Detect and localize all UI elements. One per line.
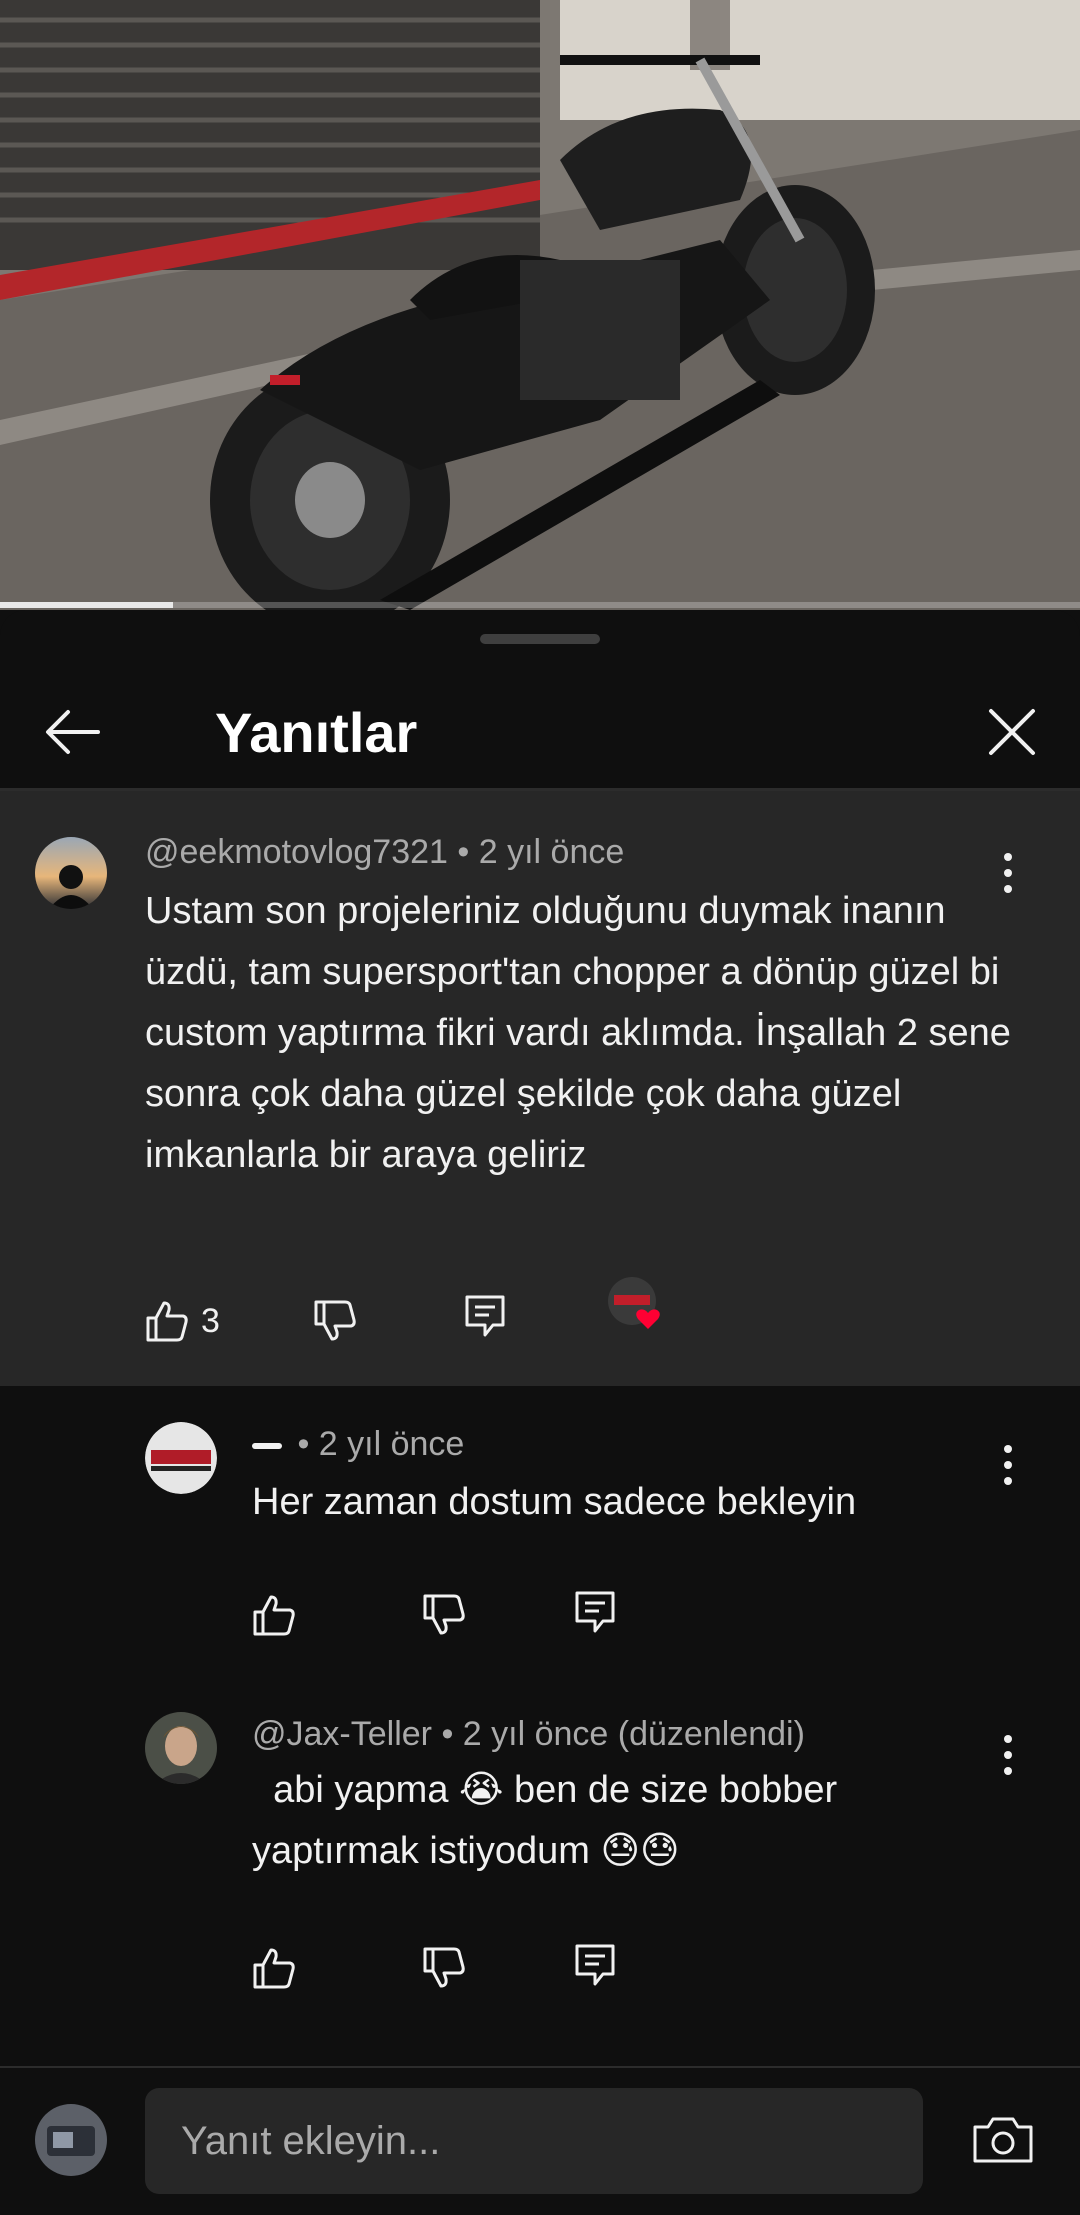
more-vert-icon [1004,1735,1012,1743]
thumbs-down-icon [423,1594,465,1635]
reply-button[interactable] [465,1287,505,1347]
more-vert-icon [1004,1445,1012,1453]
dislike-button[interactable] [422,1938,466,1998]
reply-time: • 2 yıl önce [297,1425,465,1463]
reply-button[interactable] [575,1936,615,1996]
back-button[interactable] [30,690,114,774]
like-count: 3 [201,1301,220,1340]
drag-handle[interactable] [480,634,600,644]
camera-icon [973,2117,1033,2163]
reply-composer [0,2066,1080,2215]
dislike-button[interactable] [313,1291,357,1351]
reply-author[interactable]: @Jax-Teller [252,1715,432,1753]
thumbs-down-icon [423,1947,465,1988]
like-button[interactable] [252,1938,296,1998]
video-progress-fill [0,602,173,608]
reply-button[interactable] [575,1583,615,1643]
arrow-left-icon [46,710,100,754]
reply-meta: @Jax-Teller • 2 yıl önce (düzenlendi) [252,1715,805,1754]
reply-icon [465,1295,505,1337]
thumbs-up-icon [253,1595,295,1636]
video-player[interactable] [0,0,1080,610]
close-icon [989,709,1035,755]
reply-meta: • 2 yıl önce [252,1425,464,1464]
thumbs-up-icon [253,1948,295,1989]
like-button[interactable]: 3 [145,1291,220,1351]
reply-text: abi yapma 😭 ben de size bobber yaptırmak… [252,1769,848,1872]
comment-author[interactable]: @eekmotovlog7321 [145,833,448,871]
reply-icon [575,1591,615,1633]
thumbs-down-icon [314,1300,356,1341]
comment-meta: @eekmotovlog7321 • 2 yıl önce [145,833,624,872]
creator-heart-badge [608,1277,666,1335]
thumbs-up-icon [146,1301,188,1342]
camera-button[interactable] [965,2102,1041,2178]
close-button[interactable] [970,690,1054,774]
avatar[interactable] [145,1422,217,1494]
video-progress-bar[interactable] [0,602,1080,608]
replies-sheet: Yanıtlar @eekmotovlog7321 • 2 yıl önce U [0,610,1080,2215]
avatar[interactable] [35,837,107,909]
avatar[interactable] [145,1712,217,1784]
reply-input[interactable] [145,2088,923,2194]
avatar [35,2104,107,2176]
video-frame-motorcycle [0,0,1080,610]
comment-text: Ustam son projeleriniz olduğunu duymak i… [145,890,1011,1176]
reply-time: • 2 yıl önce (düzenlendi) [441,1715,805,1753]
reply-icon [575,1944,615,1986]
parent-comment: @eekmotovlog7321 • 2 yıl önce Ustam son … [0,791,1080,1386]
like-button[interactable] [252,1585,296,1645]
sheet-title: Yanıtlar [215,701,418,764]
reply-text: Her zaman dostum sadece bekleyin [252,1481,857,1523]
dislike-button[interactable] [422,1585,466,1645]
comment-time: • 2 yıl önce [457,833,625,871]
more-vert-icon [1004,853,1012,861]
sheet-header: Yanıtlar [0,670,1080,790]
creator-name-marker [252,1443,282,1450]
